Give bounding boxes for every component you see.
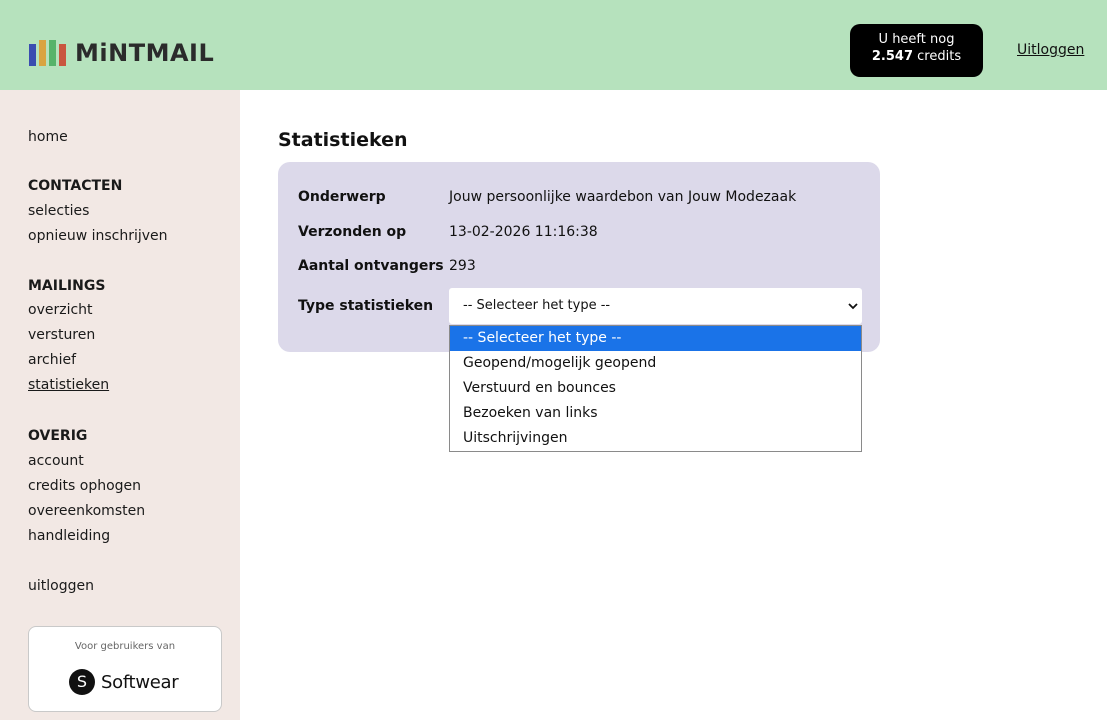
page-title: Statistieken: [278, 129, 408, 151]
aantal-ontvangers-value: 293: [449, 258, 476, 274]
type-statistieken-dropdown: -- Selecteer het type -- Geopend/mogelij…: [449, 325, 862, 452]
onderwerp-value: Jouw persoonlijke waardebon van Jouw Mod…: [449, 189, 797, 205]
sidebar-item-archief[interactable]: archief: [28, 351, 76, 369]
dropdown-option-select-type[interactable]: -- Selecteer het type --: [450, 326, 861, 351]
sidebar-item-home[interactable]: home: [28, 128, 68, 146]
softwear-logo: S Softwear: [69, 669, 179, 695]
partner-caption: Voor gebruikers van: [74, 641, 176, 652]
sidebar-item-overzicht[interactable]: overzicht: [28, 301, 93, 319]
credits-unit: credits: [917, 49, 962, 64]
credits-badge: U heeft nog 2.547 credits: [850, 24, 983, 77]
softwear-s-icon: S: [69, 669, 95, 695]
logo-text: MiNTMAIL: [75, 39, 215, 67]
type-statistieken-select[interactable]: -- Selecteer het type --: [449, 288, 862, 324]
sidebar-heading-contacten: CONTACTEN: [28, 178, 123, 194]
select-current-value: -- Selecteer het type --: [463, 298, 611, 313]
credits-line1: U heeft nog: [878, 32, 955, 47]
credits-amount: 2.547: [871, 49, 914, 64]
sidebar-heading-mailings: MAILINGS: [28, 278, 106, 294]
sidebar-heading-overig: OVERIG: [28, 428, 88, 444]
header-logout-link[interactable]: Uitloggen: [1017, 42, 1084, 58]
dropdown-option-geopend[interactable]: Geopend/mogelijk geopend: [450, 351, 861, 376]
logo-m-icon: [29, 40, 67, 66]
sidebar-item-account[interactable]: account: [28, 452, 84, 470]
sidebar-item-opnieuw-inschrijven[interactable]: opnieuw inschrijven: [28, 227, 168, 245]
sidebar-item-selecties[interactable]: selecties: [28, 202, 89, 220]
onderwerp-label: Onderwerp: [298, 189, 386, 205]
sidebar-item-statistieken[interactable]: statistieken: [28, 376, 109, 394]
dropdown-option-uitschrijvingen[interactable]: Uitschrijvingen: [450, 426, 861, 451]
sidebar-item-overeenkomsten[interactable]: overeenkomsten: [28, 502, 145, 520]
mintmail-logo[interactable]: MiNTMAIL: [29, 35, 214, 71]
verzonden-op-value: 13-02-2026 11:16:38: [449, 224, 598, 240]
type-statistieken-label: Type statistieken: [298, 298, 434, 314]
sidebar-item-handleiding[interactable]: handleiding: [28, 527, 110, 545]
dropdown-option-verstuurd-bounces[interactable]: Verstuurd en bounces: [450, 376, 861, 401]
dropdown-option-bezoeken-links[interactable]: Bezoeken van links: [450, 401, 861, 426]
sidebar-item-credits-ophogen[interactable]: credits ophogen: [28, 477, 141, 495]
chevron-down-icon: [848, 303, 858, 310]
sidebar-item-uitloggen[interactable]: uitloggen: [28, 577, 94, 595]
verzonden-op-label: Verzonden op: [298, 224, 407, 240]
aantal-ontvangers-label: Aantal ontvangers: [298, 258, 444, 274]
softwear-partner-box[interactable]: Voor gebruikers van S Softwear: [28, 626, 222, 712]
softwear-name: Softwear: [101, 671, 179, 693]
sidebar-item-versturen[interactable]: versturen: [28, 326, 95, 344]
top-header: MiNTMAIL U heeft nog 2.547 credits Uitlo…: [0, 0, 1107, 90]
